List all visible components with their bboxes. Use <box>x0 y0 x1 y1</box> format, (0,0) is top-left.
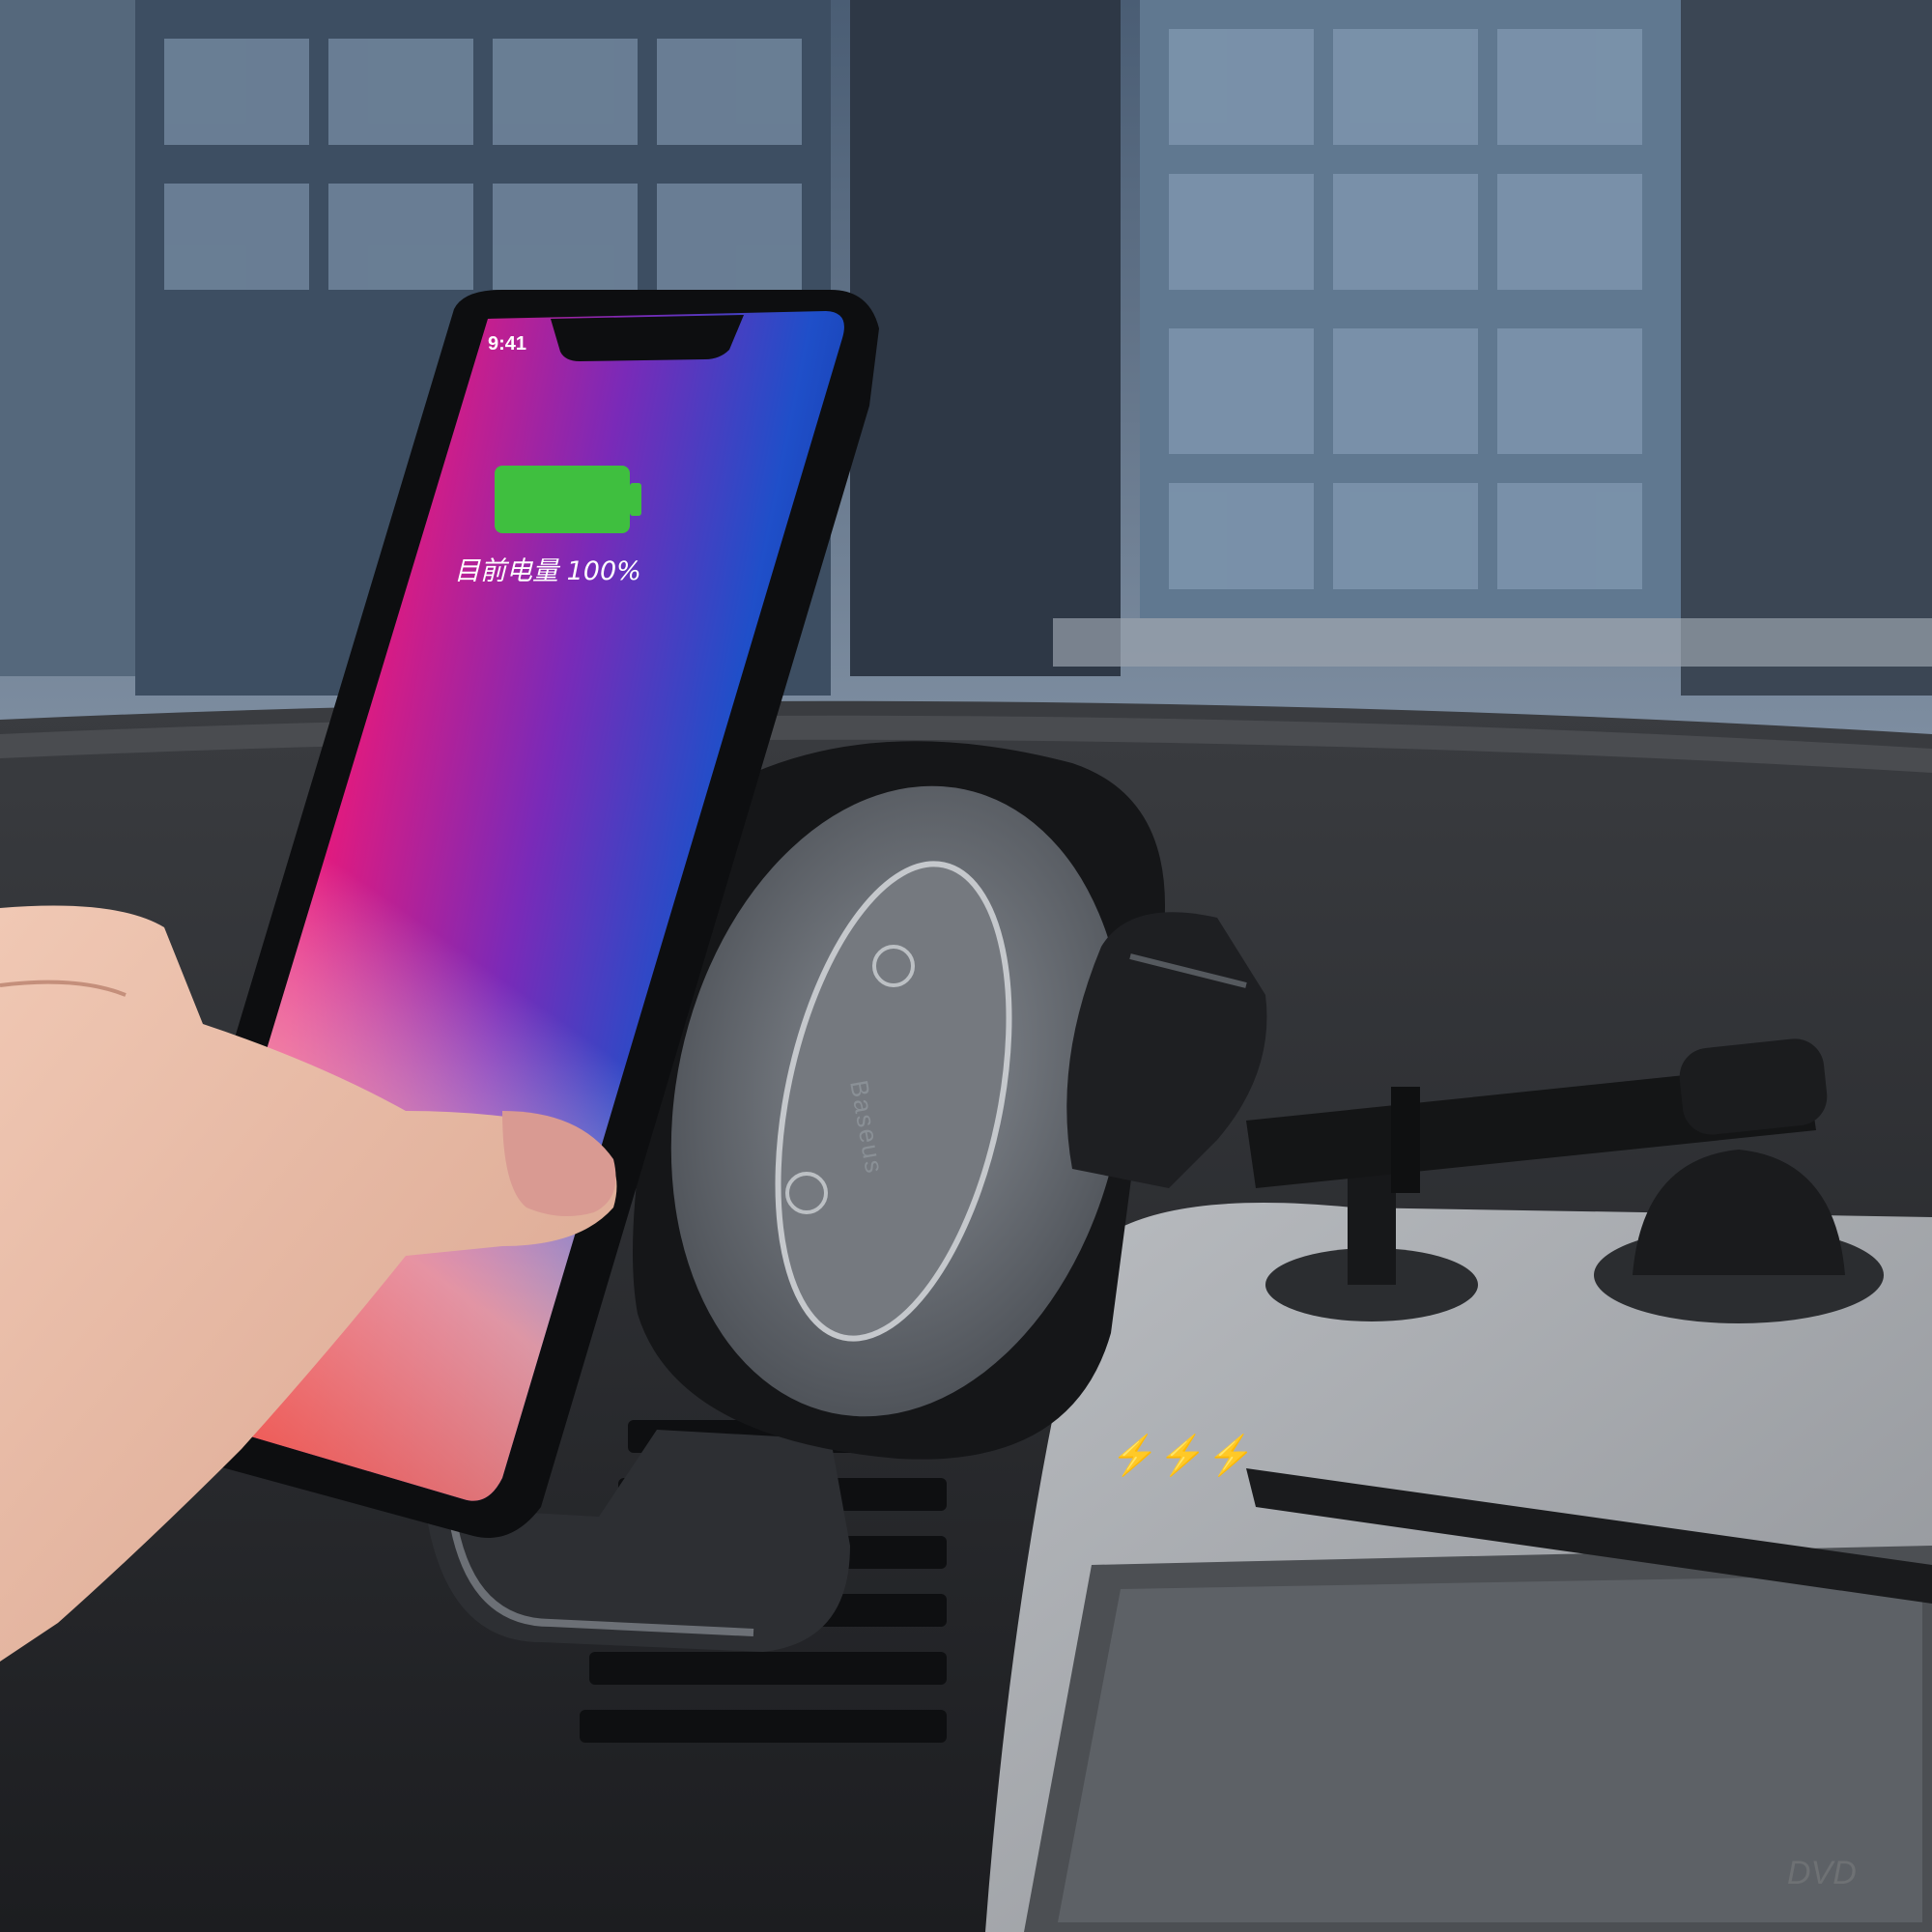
dvd-label: DVD <box>1787 1855 1857 1891</box>
battery-icon <box>495 466 641 533</box>
status-time: 9:41 <box>488 333 526 355</box>
product-photo: DVD ⚡⚡⚡ Baseus 9:41 目前电量 100% <box>0 0 1932 1932</box>
battery-label: 目前电量 100% <box>454 556 641 586</box>
background-buildings <box>0 0 1932 734</box>
charge-symbol: ⚡⚡⚡ <box>1111 1433 1255 1478</box>
